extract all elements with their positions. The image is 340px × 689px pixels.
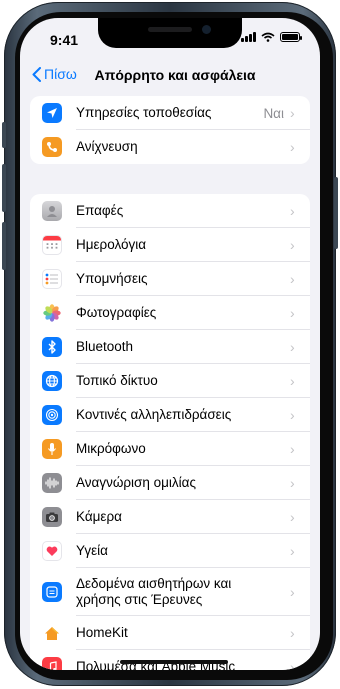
row-label: Υγεία — [76, 543, 108, 558]
row-contacts[interactable]: Επαφές › — [30, 194, 310, 228]
notch — [98, 18, 242, 48]
volume-down-button — [2, 222, 6, 270]
wifi-icon — [261, 32, 275, 42]
row-bluetooth[interactable]: Bluetooth › — [30, 330, 310, 364]
chevron-right-icon: › — [290, 339, 295, 355]
chevron-right-icon: › — [290, 407, 295, 423]
row-calendars[interactable]: Ημερολόγια › — [30, 228, 310, 262]
camera-icon — [42, 507, 62, 527]
row-homekit[interactable]: HomeKit › — [30, 616, 310, 650]
row-label: Bluetooth — [76, 339, 134, 354]
row-label: Υπηρεσίες τοποθεσίας — [76, 105, 212, 120]
speaker-grille — [148, 27, 192, 32]
chevron-right-icon: › — [290, 105, 295, 121]
chevron-right-icon: › — [290, 441, 295, 457]
row-label: Κάμερα — [76, 509, 122, 524]
row-photos[interactable]: Φωτογραφίες › — [30, 296, 310, 330]
row-value: Ναι — [263, 105, 284, 121]
location-arrow-icon — [42, 103, 62, 123]
row-label: Ανίχνευση — [76, 139, 138, 154]
navigation-bar: Πίσω Απόρρητο και ασφάλεια — [20, 66, 320, 96]
row-label: Κοντινές αλληλεπιδράσεις — [76, 407, 232, 422]
settings-group-location: Υπηρεσίες τοποθεσίας Ναι › Ανίχνευση › — [30, 96, 310, 164]
mute-switch — [2, 122, 6, 148]
chevron-right-icon: › — [290, 139, 295, 155]
chevron-right-icon: › — [290, 509, 295, 525]
phone-screen: 9:41 Πίσω Απόρρητο και ασφάλεια Υπηρεσίε… — [20, 18, 320, 670]
row-nearby-interactions[interactable]: Κοντινές αλληλεπιδράσεις › — [30, 398, 310, 432]
row-research-sensor-data[interactable]: Δεδομένα αισθητήρων και χρήσης στις Έρευ… — [30, 568, 310, 616]
row-label: Μικρόφωνο — [76, 441, 146, 456]
battery-icon — [280, 32, 302, 42]
reminders-icon — [42, 269, 62, 289]
microphone-icon — [42, 439, 62, 459]
research-icon — [42, 582, 62, 602]
row-health[interactable]: Υγεία › — [30, 534, 310, 568]
row-speech-recognition[interactable]: Αναγνώριση ομιλίας › — [30, 466, 310, 500]
calendar-icon — [42, 235, 62, 255]
row-tracking[interactable]: Ανίχνευση › — [30, 130, 310, 164]
bluetooth-icon — [42, 337, 62, 357]
side-button — [334, 177, 338, 249]
chevron-right-icon: › — [290, 203, 295, 219]
chevron-right-icon: › — [290, 659, 295, 670]
chevron-right-icon: › — [290, 584, 295, 600]
home-icon — [42, 623, 62, 643]
globe-icon — [42, 371, 62, 391]
chevron-right-icon: › — [290, 625, 295, 641]
front-camera — [202, 25, 211, 34]
status-icons — [241, 32, 302, 42]
status-time: 9:41 — [50, 32, 79, 48]
photos-icon — [42, 303, 62, 323]
row-local-network[interactable]: Τοπικό δίκτυο › — [30, 364, 310, 398]
row-label: Δεδομένα αισθητήρων και χρήσης στις Έρευ… — [76, 576, 232, 607]
waveform-icon — [42, 473, 62, 493]
page-title: Απόρρητο και ασφάλεια — [94, 67, 256, 83]
chevron-right-icon: › — [290, 271, 295, 287]
volume-up-button — [2, 164, 6, 212]
nearby-icon — [42, 405, 62, 425]
chevron-right-icon: › — [290, 543, 295, 559]
settings-group-permissions: Επαφές › Ημερολόγια › Υπομνήσεις › Φωτογ… — [30, 194, 310, 670]
row-label: Επαφές — [76, 203, 124, 218]
heart-icon — [42, 541, 62, 561]
row-label: Τοπικό δίκτυο — [76, 373, 158, 388]
row-label: Φωτογραφίες — [76, 305, 157, 320]
row-camera[interactable]: Κάμερα › — [30, 500, 310, 534]
chevron-right-icon: › — [290, 475, 295, 491]
contacts-icon — [42, 201, 62, 221]
chevron-right-icon: › — [290, 373, 295, 389]
chevron-right-icon: › — [290, 237, 295, 253]
row-reminders[interactable]: Υπομνήσεις › — [30, 262, 310, 296]
row-label: HomeKit — [76, 625, 128, 640]
chevron-right-icon: › — [290, 305, 295, 321]
settings-list: Υπηρεσίες τοποθεσίας Ναι › Ανίχνευση › Ε… — [20, 96, 320, 670]
music-icon — [42, 657, 62, 670]
tracking-icon — [42, 137, 62, 157]
cellular-signal-icon — [241, 32, 256, 42]
row-location-services[interactable]: Υπηρεσίες τοποθεσίας Ναι › — [30, 96, 310, 130]
home-indicator[interactable] — [120, 660, 228, 664]
row-label: Αναγνώριση ομιλίας — [76, 475, 196, 490]
row-label: Υπομνήσεις — [76, 271, 148, 286]
row-microphone[interactable]: Μικρόφωνο › — [30, 432, 310, 466]
row-label: Ημερολόγια — [76, 237, 147, 252]
